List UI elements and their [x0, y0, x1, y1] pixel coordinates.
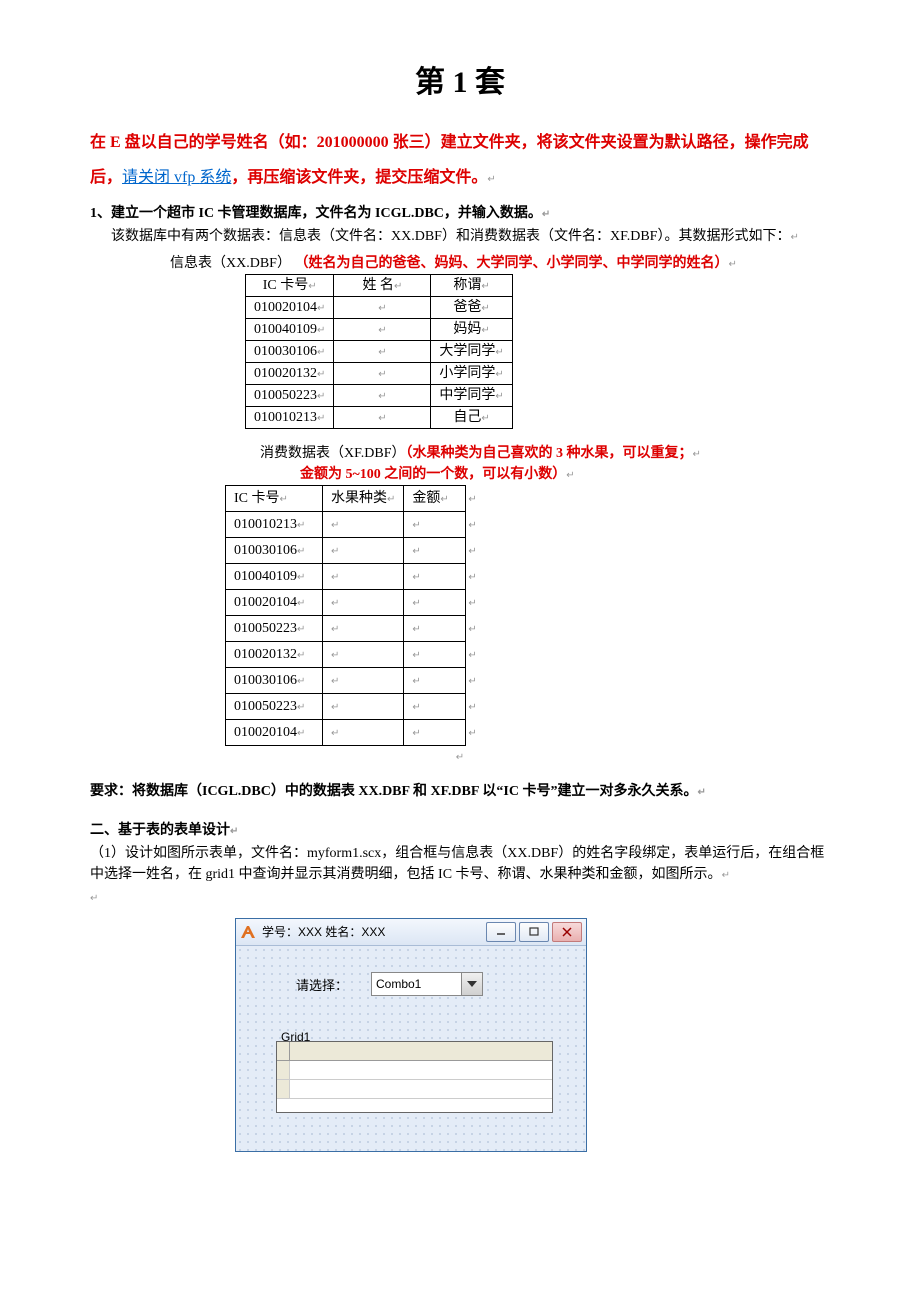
form-body: 请选择： Combo1 Grid1	[236, 946, 586, 1151]
intro-link-vfp: vfp	[170, 169, 199, 186]
table-row: 010020104↵↵爸爸↵	[246, 297, 513, 319]
table-row: 010050223↵↵↵↵	[226, 694, 479, 720]
intro-link-close: 请关闭	[122, 169, 170, 186]
q1-desc: 该数据库中有两个数据表：信息表（文件名：XX.DBF）和消费数据表（文件名：XF…	[90, 226, 830, 247]
col-ic: IC 卡号↵	[226, 486, 323, 512]
table-row: 010030106↵↵大学同学↵	[246, 341, 513, 363]
table-row: 010020104↵↵↵↵	[226, 720, 479, 746]
combo-text: Combo1	[372, 975, 421, 993]
col-rel: 称谓↵	[431, 275, 512, 297]
col-amount: 金额↵	[404, 486, 466, 512]
xf-table-caption: 消费数据表（XF.DBF）（水果种类为自己喜欢的 3 种水果，可以重复；↵	[260, 443, 830, 464]
form-titlebar: 学号：XXX 姓名：XXX	[236, 919, 586, 946]
col-ic: IC 卡号↵	[246, 275, 334, 297]
table-row: 010020104↵↵↵↵	[226, 590, 479, 616]
table-row: 010020132↵↵小学同学↵	[246, 363, 513, 385]
q1-heading: 1、建立一个超市 IC 卡管理数据库，文件名为 ICGL.DBC，并输入数据。↵	[90, 203, 830, 224]
return-mark: ↵	[90, 893, 98, 904]
col-type: 水果种类↵	[323, 486, 404, 512]
intro-link-system: 系统	[199, 169, 231, 186]
page-title: 第 1 套	[90, 60, 830, 105]
table-row: 010050223↵↵↵↵	[226, 616, 479, 642]
table-row: 010030106↵↵↵↵	[226, 538, 479, 564]
foxpro-icon	[240, 924, 256, 940]
intro-seg2: ，再压缩该文件夹，提交压缩文件。	[231, 169, 487, 186]
minimize-button[interactable]	[486, 922, 516, 942]
info-table: IC 卡号↵ 姓 名↵ 称谓↵ 010020104↵↵爸爸↵ 010040109…	[245, 274, 513, 429]
info-table-caption: 信息表（XX.DBF） （姓名为自己的爸爸、妈妈、大学同学、小学同学、中学同学的…	[170, 253, 830, 274]
xf-table: IC 卡号↵ 水果种类↵ 金额↵ ↵ 010010213↵↵↵↵ 0100301…	[225, 485, 479, 746]
table-row: 010010213↵↵↵↵	[226, 512, 479, 538]
xf-table-caption-line2: 金额为 5~100 之间的一个数，可以有小数）↵	[300, 464, 830, 485]
close-button[interactable]	[552, 922, 582, 942]
chevron-down-icon[interactable]	[461, 973, 482, 995]
form-title-text: 学号：XXX 姓名：XXX	[262, 923, 385, 941]
table-row: 010040109↵↵↵↵	[226, 564, 479, 590]
table-row: 010010213↵↵自己↵	[246, 407, 513, 429]
grid-label: Grid1	[281, 1028, 310, 1046]
grid-control[interactable]: Grid1	[276, 1041, 553, 1113]
q1-requirement: 要求：将数据库（ICGL.DBC）中的数据表 XX.DBF 和 XF.DBF 以…	[90, 781, 830, 802]
q2-heading: 二、基于表的表单设计↵	[90, 820, 830, 841]
col-name: 姓 名↵	[334, 275, 431, 297]
table-row: 010020132↵↵↵↵	[226, 642, 479, 668]
table-row: 010030106↵↵↵↵	[226, 668, 479, 694]
q2-desc: （1）设计如图所示表单，文件名：myform1.scx，组合框与信息表（XX.D…	[90, 843, 830, 885]
form-mockup: 学号：XXX 姓名：XXX 请选择： Combo1 Grid1	[235, 918, 587, 1152]
return-mark: ↵	[487, 174, 495, 185]
table-header-row: IC 卡号↵ 姓 名↵ 称谓↵	[246, 275, 513, 297]
select-label: 请选择：	[296, 976, 348, 996]
intro-paragraph: 在 E 盘以自己的学号姓名（如：201000000 张三）建立文件夹，将该文件夹…	[90, 125, 830, 195]
return-mark: ↵	[456, 752, 464, 763]
table-header-row: IC 卡号↵ 水果种类↵ 金额↵ ↵	[226, 486, 479, 512]
combo-box[interactable]: Combo1	[371, 972, 483, 996]
maximize-button[interactable]	[519, 922, 549, 942]
table-row: 010040109↵↵妈妈↵	[246, 319, 513, 341]
table-row: 010050223↵↵中学同学↵	[246, 385, 513, 407]
